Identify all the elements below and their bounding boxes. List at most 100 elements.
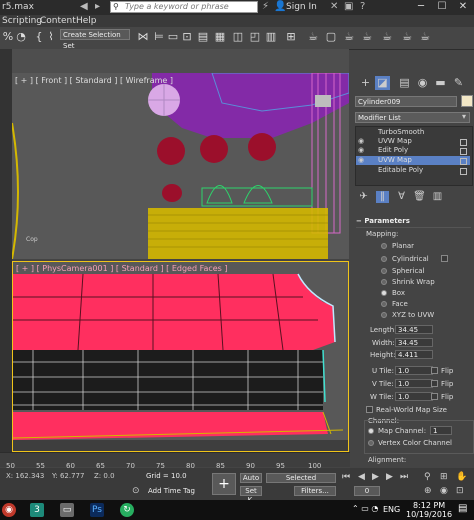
render-cloud-icon[interactable]: ☕: [380, 30, 394, 44]
stack-item-toggle[interactable]: [460, 148, 467, 155]
display-tab-icon[interactable]: ▬: [433, 76, 448, 90]
app-icon[interactable]: ↻: [120, 503, 134, 517]
next-frame-icon[interactable]: ▶: [386, 472, 393, 482]
motion-tab-icon[interactable]: ◉: [415, 76, 430, 90]
sign-in-button[interactable]: Sign In: [286, 2, 317, 12]
search-input[interactable]: ⚲ Type a keyword or phrase: [110, 1, 258, 13]
render-production-icon[interactable]: ☕: [342, 30, 356, 44]
object-color-swatch[interactable]: [461, 95, 473, 107]
radio-spherical[interactable]: [381, 268, 387, 274]
chevron-down-icon[interactable]: ▾: [462, 112, 466, 121]
rendered-frame-icon[interactable]: ▢: [324, 30, 338, 44]
show-end-result-icon[interactable]: ‖: [376, 191, 389, 203]
eye-icon[interactable]: ◉: [358, 137, 368, 146]
close-button[interactable]: ✕: [456, 1, 470, 13]
render-active-shade-icon[interactable]: ☕: [418, 30, 432, 44]
search-options-icon[interactable]: ⚡: [262, 1, 269, 12]
utilities-tab-icon[interactable]: ✎: [451, 76, 466, 90]
radio-shrink-wrap[interactable]: [381, 279, 387, 285]
u-tile-spinner[interactable]: 1.0: [395, 366, 433, 375]
key-filters-button[interactable]: Filters...: [294, 486, 336, 496]
stack-item-editable-poly[interactable]: Editable Poly: [356, 166, 470, 175]
stack-item-uvw-map[interactable]: ◉ UVW Map: [356, 137, 470, 146]
render-setup-icon[interactable]: ☕: [306, 30, 320, 44]
render-iterative-icon[interactable]: ☕: [360, 30, 374, 44]
radio-vertex-color[interactable]: [368, 440, 374, 446]
stack-item-turbosmooth[interactable]: TurboSmooth: [356, 128, 470, 137]
radio-map-channel[interactable]: [368, 428, 374, 434]
zoom-icon[interactable]: ⚲: [424, 472, 431, 482]
layer-explorer-icon[interactable]: ▤: [196, 30, 210, 44]
length-spinner[interactable]: 34.45: [395, 325, 433, 334]
mirror-icon[interactable]: ⌇: [44, 30, 58, 44]
slate-editor-icon[interactable]: ⊞: [284, 30, 298, 44]
v-tile-spinner[interactable]: 1.0: [395, 379, 433, 388]
modifier-list-dropdown[interactable]: Modifier List: [355, 112, 470, 123]
field-of-view-icon[interactable]: ◉: [440, 486, 448, 496]
maximize-viewport-icon[interactable]: ⊡: [456, 486, 464, 496]
play-icon[interactable]: ▶: [372, 472, 379, 482]
front-viewport[interactable]: Cop [ + ] [ Front ] [ Standard ] [ Wiref…: [12, 73, 349, 259]
map-channel-spinner[interactable]: 1: [430, 426, 452, 435]
create-tab-icon[interactable]: +: [358, 76, 373, 90]
timeline[interactable]: [0, 452, 350, 467]
selected-dropdown[interactable]: Selected: [266, 473, 336, 483]
layer-icon[interactable]: ▭: [166, 30, 180, 44]
configure-sets-icon[interactable]: ▥: [431, 191, 444, 203]
remove-modifier-icon[interactable]: 🗑: [413, 191, 426, 203]
stack-item-edit-poly[interactable]: ◉ Edit Poly: [356, 146, 470, 155]
current-frame-field[interactable]: 0: [354, 486, 380, 496]
minimize-button[interactable]: ─: [414, 1, 428, 13]
camera-viewport[interactable]: [ + ] [ PhysCamera001 ] [ Standard ] [ E…: [12, 261, 349, 452]
help-icon[interactable]: ◀: [80, 1, 88, 12]
hierarchy-tab-icon[interactable]: ▤: [397, 76, 412, 90]
3ds-max-icon[interactable]: 3: [30, 503, 44, 517]
toggle-ribbon-icon[interactable]: ▦: [213, 30, 227, 44]
schematic-view-icon[interactable]: ◰: [248, 30, 262, 44]
add-time-tag-button[interactable]: Add Time Tag: [148, 487, 195, 496]
auto-key-button[interactable]: Auto: [240, 473, 262, 483]
stack-item-toggle[interactable]: [460, 158, 467, 165]
file-explorer-icon[interactable]: ▭: [60, 503, 74, 517]
go-to-end-icon[interactable]: ⏭: [400, 472, 408, 482]
w-tile-spinner[interactable]: 1.0: [395, 392, 433, 401]
align-icon[interactable]: ⊨: [152, 30, 166, 44]
chrome-icon[interactable]: ◉: [2, 503, 16, 517]
orbit-icon[interactable]: ✋: [456, 472, 467, 482]
maximize-button[interactable]: ☐: [435, 1, 449, 13]
stack-item-uvw-map-selected[interactable]: ◉ UVW Map: [356, 156, 470, 165]
exchange-icon[interactable]: ✕: [330, 1, 338, 12]
height-spinner[interactable]: 4.411: [395, 350, 433, 359]
pan-icon[interactable]: ⊕: [424, 486, 432, 496]
u-flip-checkbox[interactable]: [431, 367, 438, 374]
time-tag-icon[interactable]: ⊙: [132, 486, 140, 496]
real-world-map-checkbox[interactable]: [366, 406, 373, 413]
width-spinner[interactable]: 34.45: [395, 338, 433, 347]
radio-xyz-to-uvw[interactable]: [381, 312, 387, 318]
radio-planar[interactable]: [381, 243, 387, 249]
radio-box[interactable]: [381, 290, 387, 296]
w-flip-checkbox[interactable]: [431, 393, 438, 400]
notifications-icon[interactable]: ▤: [458, 503, 467, 514]
previous-frame-icon[interactable]: ◀: [358, 472, 365, 482]
percent-snap-icon[interactable]: %: [1, 30, 15, 44]
eye-icon[interactable]: ◉: [358, 156, 368, 165]
eye-icon[interactable]: ◉: [358, 146, 368, 155]
object-name-field[interactable]: Cylinder009: [355, 96, 457, 107]
language-indicator[interactable]: ENG: [383, 505, 400, 514]
pin-stack-icon[interactable]: ✈: [357, 191, 370, 203]
cart-icon[interactable]: ▣: [344, 1, 353, 12]
spinner-snap-icon[interactable]: ◔: [14, 30, 28, 44]
stack-item-toggle[interactable]: [460, 139, 467, 146]
parameters-rollout-title[interactable]: − Parameters: [356, 216, 471, 228]
v-flip-checkbox[interactable]: [431, 380, 438, 387]
render-online-icon[interactable]: ☕: [400, 30, 414, 44]
selection-set-dropdown[interactable]: Create Selection Set: [60, 29, 130, 50]
set-key-button[interactable]: Set K.: [240, 486, 262, 504]
curve-editor-icon[interactable]: ◫: [231, 30, 245, 44]
photoshop-icon[interactable]: Ps: [90, 503, 104, 517]
zoom-all-icon[interactable]: ⊞: [440, 472, 448, 482]
user-icon[interactable]: 👤: [274, 1, 286, 12]
radio-cylindrical[interactable]: [381, 256, 387, 262]
camera-viewport-label[interactable]: [ + ] [ PhysCamera001 ] [ Standard ] [ E…: [16, 264, 228, 273]
